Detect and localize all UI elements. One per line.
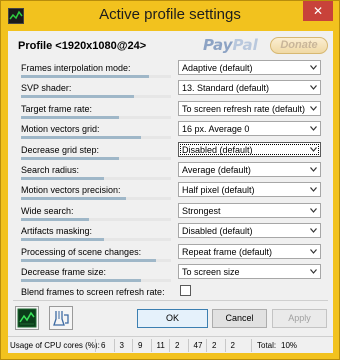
- setting-select[interactable]: Repeat frame (default): [178, 243, 321, 259]
- chevron-down-icon: [310, 105, 317, 111]
- graph-icon: [17, 308, 37, 328]
- total-value: 10%: [281, 341, 298, 350]
- setting-select-value: Adaptive (default): [182, 63, 253, 73]
- cpu-core-value: 9: [138, 341, 143, 350]
- cpu-core-value: 2: [212, 341, 217, 350]
- chevron-down-icon: [310, 65, 317, 70]
- setting-select[interactable]: Disabled (default): [178, 141, 321, 157]
- total-label: Total:: [257, 341, 277, 350]
- setting-row: Motion vectors grid: 16 px. Average 0: [8, 119, 333, 140]
- setting-label: Processing of scene changes:: [21, 246, 142, 257]
- setting-select[interactable]: To screen refresh rate (default): [178, 100, 321, 116]
- setting-select[interactable]: Adaptive (default): [178, 60, 321, 75]
- setting-select[interactable]: To screen size: [178, 264, 321, 279]
- setting-select-value: 16 px. Average 0: [182, 124, 250, 135]
- cpu-core-value: 3: [119, 341, 124, 350]
- setting-row: Artifacts masking: Disabled (default): [8, 221, 333, 242]
- setting-row: Motion vectors precision: Half pixel (def…: [8, 180, 333, 201]
- graph-button[interactable]: [15, 306, 39, 330]
- cleanup-button[interactable]: [49, 306, 73, 330]
- settings-window: Active profile settings ✕ Profile <1920x…: [0, 0, 340, 360]
- paypal-logo-pay: Pay: [203, 36, 233, 54]
- status-divider: [187, 339, 189, 352]
- setting-select-value: To screen refresh rate (default): [182, 103, 306, 114]
- setting-select-value: Repeat frame (default): [182, 246, 273, 257]
- chevron-down-icon: [310, 187, 317, 193]
- setting-select[interactable]: 16 px. Average 0: [178, 121, 321, 137]
- status-bar: Usage of CPU cores (%): 6 3 9 11 2 47 2 2 Total…: [8, 336, 333, 353]
- close-button[interactable]: ✕: [303, 1, 333, 21]
- setting-select[interactable]: Strongest: [178, 202, 321, 218]
- setting-label: Target frame rate:: [21, 103, 93, 114]
- setting-label: Wide search:: [21, 205, 74, 216]
- setting-select-value: Disabled (default): [182, 144, 253, 155]
- setting-label: Blend frames to screen refresh rate:: [21, 287, 165, 298]
- cpu-core-value: 11: [156, 341, 165, 350]
- broom-icon: [53, 311, 69, 326]
- setting-label: SVP shader:: [21, 83, 72, 94]
- profile-label: Profile <1920x1080@24>: [18, 40, 147, 52]
- status-divider: [95, 339, 96, 352]
- paypal-logo: PayPal: [203, 36, 258, 54]
- setting-select-value: Average (default): [182, 165, 251, 175]
- status-divider: [132, 339, 133, 352]
- setting-select-value: Half pixel (default): [182, 185, 255, 196]
- setting-row: Decrease grid step: Disabled (default): [8, 140, 333, 161]
- chevron-down-icon: [310, 269, 317, 274]
- chevron-down-icon: [310, 85, 317, 91]
- status-divider: [113, 339, 115, 352]
- separator: [13, 300, 328, 301]
- cancel-button[interactable]: Cancel: [212, 309, 267, 328]
- blend-frames-checkbox[interactable]: [180, 285, 191, 297]
- setting-label: Motion vectors precision:: [21, 185, 121, 196]
- setting-select[interactable]: Disabled (default): [178, 223, 321, 239]
- setting-label: Artifacts masking:: [21, 226, 93, 237]
- donate-button[interactable]: Donate: [270, 37, 328, 54]
- setting-row: Target frame rate: To screen refresh rate…: [8, 99, 333, 120]
- chevron-down-icon: [310, 126, 317, 132]
- apply-button[interactable]: Apply: [272, 309, 327, 328]
- setting-label: Motion vectors grid:: [21, 124, 100, 135]
- status-divider: [150, 339, 152, 352]
- setting-row: Frames interpolation mode: Adaptive (defa…: [8, 58, 333, 79]
- status-divider: [224, 339, 226, 352]
- setting-label: Search radius:: [21, 165, 80, 175]
- setting-select-value: To screen size: [182, 267, 240, 277]
- setting-row: SVP shader: 13. Standard (default): [8, 78, 333, 99]
- setting-select-value: Disabled (default): [182, 226, 253, 237]
- setting-row: Search radius: Average (default): [8, 160, 333, 181]
- window-title: Active profile settings: [99, 6, 241, 23]
- status-divider: [251, 339, 252, 352]
- setting-select[interactable]: Half pixel (default): [178, 182, 321, 198]
- status-divider: [169, 339, 170, 352]
- paypal-logo-pal: Pal: [232, 36, 258, 54]
- ok-button[interactable]: OK: [137, 309, 208, 328]
- chevron-down-icon: [310, 207, 317, 213]
- cpu-core-value: 2: [230, 341, 235, 350]
- cpu-core-value: 6: [101, 341, 106, 350]
- setting-select[interactable]: Average (default): [178, 162, 321, 177]
- setting-select[interactable]: 13. Standard (default): [178, 80, 321, 96]
- setting-row: Processing of scene changes: Repeat frame…: [8, 242, 333, 263]
- cpu-usage-label: Usage of CPU cores (%):: [10, 341, 100, 350]
- setting-row: Wide search: Strongest: [8, 201, 333, 222]
- cpu-core-value: 47: [193, 341, 203, 350]
- chevron-down-icon: [310, 228, 317, 234]
- chevron-down-icon: [310, 167, 317, 172]
- setting-label: Decrease frame size:: [21, 267, 107, 277]
- setting-select-value: Strongest: [182, 205, 221, 216]
- status-divider: [206, 339, 207, 352]
- dialog-body: Profile <1920x1080@24> PayPal Donate Fra…: [8, 31, 333, 353]
- chevron-down-icon: [310, 248, 317, 254]
- setting-select-value: 13. Standard (default): [182, 83, 270, 94]
- setting-label: Frames interpolation mode:: [21, 63, 131, 73]
- setting-label: Decrease grid step:: [21, 144, 100, 155]
- setting-row: Decrease frame size: To screen size: [8, 262, 333, 283]
- title-bar[interactable]: Active profile settings ✕: [1, 1, 339, 31]
- cpu-core-value: 2: [175, 341, 180, 350]
- chevron-down-icon: [310, 146, 317, 152]
